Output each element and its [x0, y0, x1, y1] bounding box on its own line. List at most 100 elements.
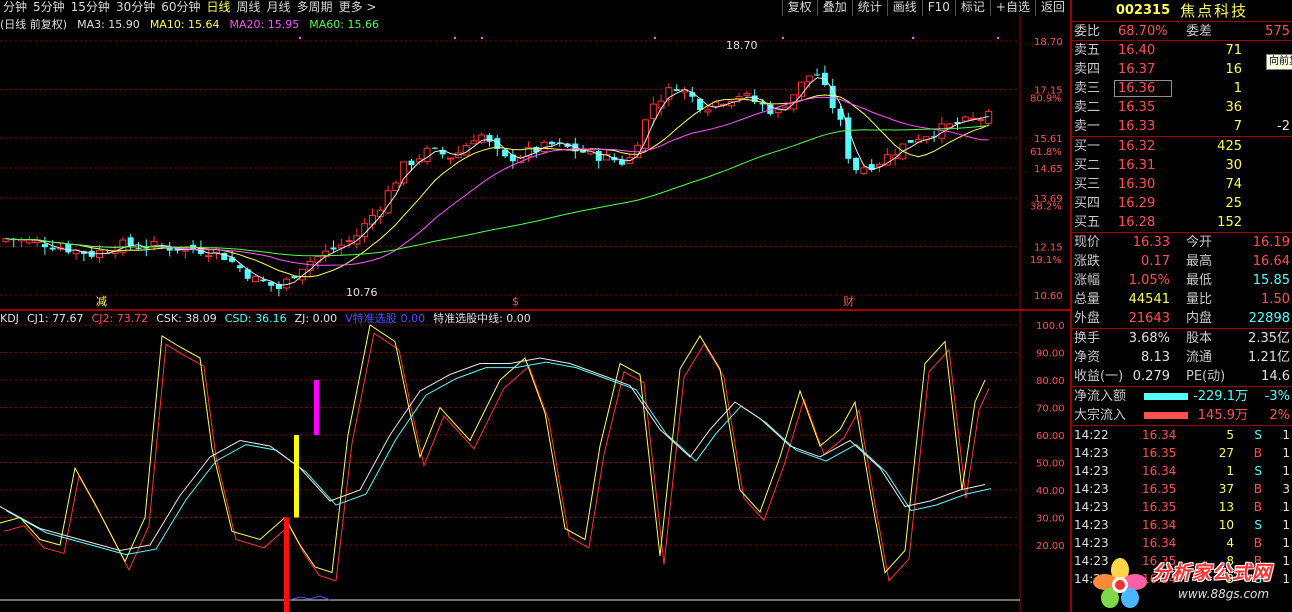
fundamental-label: PE(动)	[1186, 369, 1226, 384]
bid-row[interactable]: 买三 16.30 74	[1072, 175, 1292, 194]
tool-button-7[interactable]: 返回	[1034, 0, 1070, 16]
ask-label: 卖二	[1074, 100, 1101, 115]
candle-body	[41, 244, 48, 248]
weicha-value: 575	[1265, 24, 1290, 39]
bid-price: 16.29	[1118, 196, 1156, 211]
tick-time: 14:23	[1074, 518, 1109, 532]
cj1-value: CJ1: 77.67	[26, 312, 84, 325]
period-tab-3[interactable]: 30分钟	[113, 0, 158, 16]
tick-time: 14:23	[1074, 482, 1109, 496]
ask-label: 卖四	[1074, 62, 1101, 77]
period-tab-8[interactable]: 多周期	[294, 0, 336, 16]
stat-label: 总量	[1074, 292, 1101, 307]
stat-row: 外盘 21643 内盘 22898	[1072, 309, 1292, 328]
ask-row[interactable]: 卖一 16.33 7 -2	[1072, 117, 1292, 136]
period-tab-9[interactable]: 更多 >	[336, 0, 380, 16]
bid-label: 买三	[1074, 177, 1101, 192]
stat-label: 今开	[1186, 235, 1213, 250]
candle-body	[345, 240, 353, 243]
tick-row: 14:23 16.35 27 B 1	[1072, 444, 1292, 462]
pct-axis-label: 61.8%	[1030, 147, 1062, 158]
fundamental-value: 14.6	[1261, 369, 1290, 384]
ask-row[interactable]: 卖三 16.36 1	[1072, 79, 1292, 98]
stat-label: 内盘	[1186, 311, 1213, 326]
period-tab-5[interactable]: 日线	[204, 0, 234, 16]
indicator-legend: KDJ CJ1: 77.67 CJ2: 73.72 CSK: 38.09 CSD…	[0, 311, 539, 326]
ma3-value: MA3: 15.90	[77, 18, 140, 31]
candle-body	[673, 89, 680, 91]
indicator-chart[interactable]: 100.0 90.00 80.00 70.00 60.00 50.00 40.00 30.00…	[0, 311, 1070, 612]
ask-volume: 16	[1225, 62, 1242, 77]
stat-label: 最高	[1186, 254, 1213, 269]
stat-value: 16.33	[1132, 235, 1170, 250]
period-tab-7[interactable]: 月线	[264, 0, 294, 16]
webi-row: 委比 68.70% 委差 575	[1072, 22, 1292, 41]
stat-value: 0.17	[1141, 254, 1170, 269]
candle-body	[704, 109, 712, 113]
ask-row[interactable]: 卖四 16.37 16	[1072, 60, 1292, 79]
stat-row: 现价 16.33 今开 16.19	[1072, 233, 1292, 252]
tick-time: 14:23	[1074, 446, 1109, 460]
chart-tools: 复权 叠加 统计 画线 F10 标记 +自选 返回	[781, 0, 1070, 16]
flow-pct: -3%	[1264, 389, 1290, 404]
csd-value: CSD: 36.16	[224, 312, 287, 325]
tick-count: 1	[1282, 428, 1290, 442]
bid-row[interactable]: 买五 16.28 152	[1072, 213, 1292, 232]
tick-row: 14:23 16.34 1 S 1	[1072, 462, 1292, 480]
ma60-value: MA60: 15.66	[309, 18, 379, 31]
tool-button-5[interactable]: 标记	[954, 0, 990, 16]
tool-button-3[interactable]: 画线	[886, 0, 922, 16]
tool-button-6[interactable]: +自选	[989, 0, 1035, 16]
pct-axis-label: 38.2%	[1030, 202, 1062, 213]
indicator-axis-label: 100.0	[1036, 321, 1065, 332]
stat-value: 16.64	[1252, 254, 1290, 269]
ask-price: 16.35	[1118, 100, 1156, 115]
ask-row[interactable]: 卖五 16.40 71	[1072, 41, 1292, 60]
tick-price: 16.34	[1142, 518, 1177, 532]
tool-button-1[interactable]: 叠加	[816, 0, 852, 16]
tick-price: 16.35	[1142, 482, 1177, 496]
signal-dot	[298, 36, 302, 40]
bid-volume: 152	[1217, 215, 1242, 230]
ask-list: 卖五 16.40 71 卖四 16.37 16 卖三 16.36 1 卖二 16.35 36 卖一 16.…	[1072, 41, 1292, 137]
fundamental-label: 净资	[1074, 350, 1101, 365]
tick-count: 1	[1282, 536, 1290, 550]
period-tab-1[interactable]: 5分钟	[30, 0, 68, 16]
candle-body	[860, 167, 868, 174]
tick-side: S	[1254, 518, 1262, 532]
tick-row: 14:23 16.34 10 S 1	[1072, 516, 1292, 534]
price-axis-label: 14.65	[1034, 164, 1063, 175]
tool-button-4[interactable]: F10	[921, 0, 955, 16]
ask-row[interactable]: 卖二 16.35 36	[1072, 98, 1292, 117]
tick-count: 1	[1282, 464, 1290, 478]
stock-code: 002315	[1115, 3, 1171, 18]
period-tab-6[interactable]: 周线	[234, 0, 264, 16]
candle-body	[486, 135, 493, 142]
signal-dot	[996, 36, 1000, 40]
stock-header[interactable]: 002315 焦点科技	[1072, 0, 1292, 22]
period-tab-0[interactable]: 分钟	[0, 0, 30, 16]
zj-value: ZJ: 0.00	[294, 312, 338, 325]
ask-volume: 1	[1233, 81, 1242, 96]
period-tab-4[interactable]: 60分钟	[158, 0, 203, 16]
mid-line-value: 特准选股中线: 0.00	[433, 312, 531, 325]
candle-body	[977, 118, 985, 121]
tool-button-0[interactable]: 复权	[781, 0, 817, 16]
bid-row[interactable]: 买四 16.29 25	[1072, 194, 1292, 213]
cj1-line	[0, 324, 986, 574]
bid-row[interactable]: 买一 16.32 425	[1072, 137, 1292, 156]
stat-value: 1.50	[1261, 292, 1290, 307]
period-tab-2[interactable]: 15分钟	[68, 0, 113, 16]
tick-time: 14:23	[1074, 464, 1109, 478]
quote-stats: 现价 16.33 今开 16.19 涨跌 0.17 最高 16.64 涨幅 1.05% 最低 15.8…	[1072, 233, 1292, 329]
candle-body	[252, 275, 259, 283]
period-tabs: 分钟 5分钟 15分钟 30分钟 60分钟 日线 周线 月线 多周期 更多 >	[0, 0, 379, 16]
tick-time: 14:22	[1074, 428, 1109, 442]
tool-button-2[interactable]: 统计	[851, 0, 887, 16]
cj2-line	[3, 332, 990, 582]
flow-row: 净流入额 -229.1万 -3%	[1072, 387, 1292, 406]
quote-panel: 002315 焦点科技 委比 68.70% 委差 575 卖五 16.40 71 卖四…	[1070, 0, 1292, 612]
bid-row[interactable]: 买二 16.31 30	[1072, 156, 1292, 175]
selected-ask-box	[1114, 80, 1172, 97]
kline-chart[interactable]: 18.7017.1515.6114.6513.6912.1510.6080.9%…	[0, 16, 1070, 309]
